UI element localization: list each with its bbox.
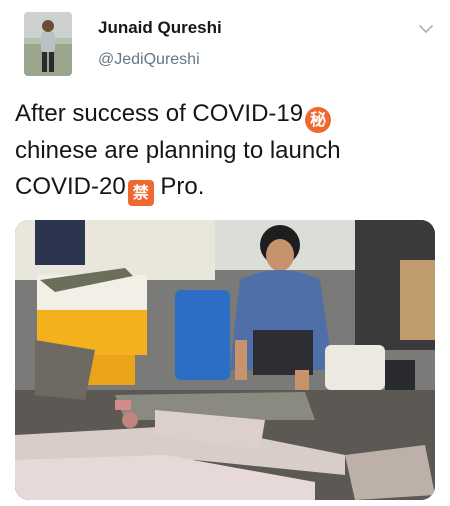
tweet-text-fragment: After success of COVID-19	[15, 100, 304, 127]
avatar[interactable]	[24, 12, 72, 76]
tweet-text-line: After success of COVID-19 秘	[15, 96, 435, 133]
tweet-text-line: chinese are planning to launch	[15, 133, 435, 169]
prohibited-emoji: 禁	[127, 180, 154, 206]
tweet-header: Junaid Qureshi @JediQureshi	[98, 18, 418, 70]
tweet-card: Junaid Qureshi @JediQureshi After succes…	[0, 0, 450, 506]
tweet-text-line: COVID-20 禁 Pro.	[15, 169, 435, 206]
chevron-down-icon[interactable]	[418, 22, 434, 34]
tweet-text: After success of COVID-19 秘 chinese are p…	[15, 96, 435, 206]
tweet-text-fragment: COVID-20	[15, 173, 126, 200]
tweet-text-fragment: Pro.	[153, 173, 205, 200]
user-handle[interactable]: @JediQureshi	[98, 50, 418, 70]
display-name[interactable]: Junaid Qureshi	[98, 18, 418, 38]
tweet-text-fragment: chinese are planning to launch	[15, 137, 341, 164]
tweet-photo[interactable]	[15, 220, 435, 500]
secret-emoji: 秘	[305, 107, 332, 133]
